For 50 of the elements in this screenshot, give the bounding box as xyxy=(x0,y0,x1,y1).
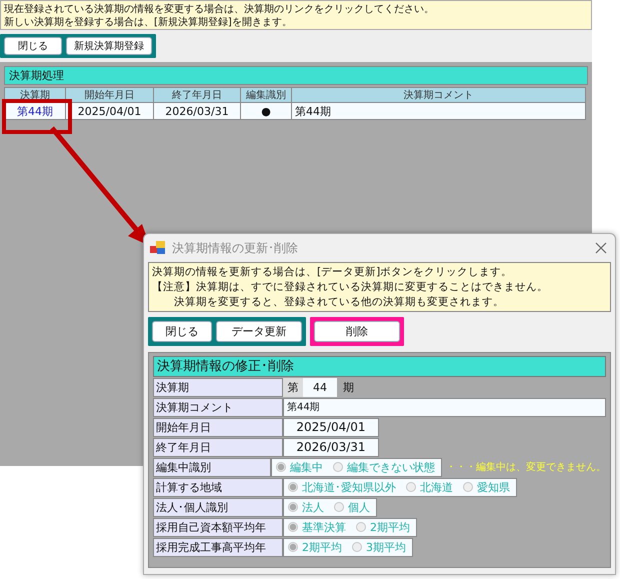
delete-button[interactable]: 削除 xyxy=(314,321,400,342)
notice-text: 決算期の情報を更新する場合は、[データ更新]ボタンをクリックします。 xyxy=(152,265,514,280)
table-cell: 第44期 xyxy=(292,102,586,120)
app-icon xyxy=(150,241,166,255)
column-header: 開始年月日 xyxy=(66,88,154,102)
column-header: 編集識別 xyxy=(240,88,292,102)
notice-text: 現在登録されている決算期の情報を変更する場合は、決算期のリンクをクリックしてください。 xyxy=(4,3,435,16)
field-label: 開始年月日 xyxy=(153,418,283,437)
date-field[interactable]: 2025/04/01 xyxy=(283,418,379,437)
notice-text: 新しい決算期を登録する場合は、[新規決算期登録]を開きます。 xyxy=(4,16,293,29)
radio-option[interactable]: 2期平均 xyxy=(356,520,410,535)
section-title: 決算期処理 xyxy=(4,66,588,85)
dialog-button[interactable]: 閉じる xyxy=(152,321,212,342)
field-label: 採用完成工事高平均年 xyxy=(153,538,283,557)
input-field[interactable]: 第44期 xyxy=(283,398,606,417)
notice-text: 決算期を変更すると、登録されている他の決算期も変更されます。 xyxy=(173,295,505,310)
radio-option[interactable]: 2期平均 xyxy=(288,540,342,555)
notice-text: 【注意】決算期は、すでに登録されている決算期に変更することはできません。 xyxy=(152,280,549,295)
field-label: 決算期コメント xyxy=(153,398,283,417)
radio-option[interactable]: 法人 xyxy=(288,500,324,515)
field-label: 決算期 xyxy=(153,378,283,397)
column-header: 終了年月日 xyxy=(154,88,240,102)
radio-option[interactable]: 編集できない状態 xyxy=(333,460,435,475)
radio-option[interactable]: 編集中 xyxy=(276,460,323,475)
radio-option[interactable]: 北海道･愛知県以外 xyxy=(288,480,396,495)
field-label: 終了年月日 xyxy=(153,438,283,457)
radio-option[interactable]: 基準決算 xyxy=(288,520,346,535)
input-field[interactable]: 44 xyxy=(303,378,337,397)
close-icon[interactable] xyxy=(595,242,607,254)
field-label: 編集中識別 xyxy=(153,458,271,477)
field-label: 法人･個人識別 xyxy=(153,498,283,517)
suffix-label: 期 xyxy=(342,380,354,396)
toolbar-button[interactable]: 閉じる xyxy=(4,37,62,55)
note-text: ・・・編集中は、変更できません。 xyxy=(445,460,606,474)
window-title: 決算期情報の更新･削除 xyxy=(172,240,298,256)
table-cell: 2026/03/31 xyxy=(154,102,240,120)
section-title: 決算期情報の修正･削除 xyxy=(153,356,606,377)
radio-option[interactable]: 愛知県 xyxy=(463,480,510,495)
prefix-label: 第 xyxy=(283,378,303,397)
date-field[interactable]: 2026/03/31 xyxy=(283,438,379,457)
radio-option[interactable]: 3期平均 xyxy=(352,540,406,555)
field-label: 採用自己資本額平均年 xyxy=(153,518,283,537)
radio-option[interactable]: 北海道 xyxy=(406,480,453,495)
toolbar-button[interactable]: 新規決算期登録 xyxy=(66,37,152,55)
field-label: 計算する地域 xyxy=(153,478,283,497)
highlight-frame xyxy=(2,99,72,134)
radio-option[interactable]: 個人 xyxy=(334,500,370,515)
column-header: 決算期コメント xyxy=(292,88,586,102)
table-cell: ● xyxy=(240,102,292,120)
dialog-button[interactable]: データ更新 xyxy=(216,321,302,342)
